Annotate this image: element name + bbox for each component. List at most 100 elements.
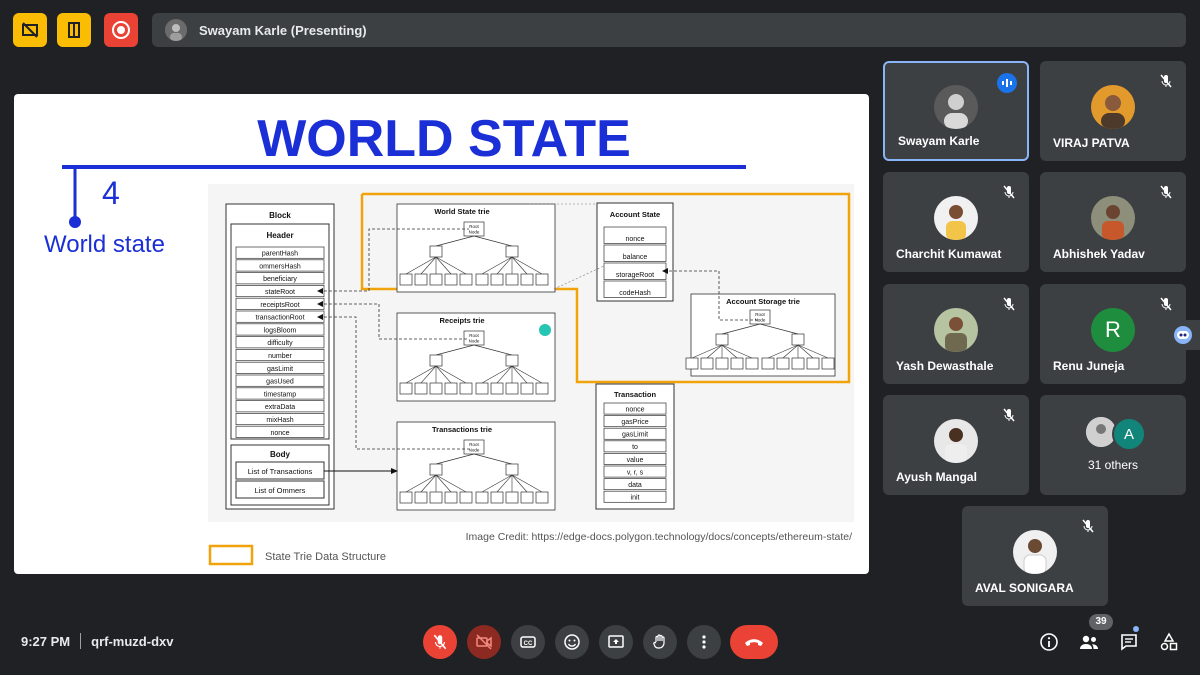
camera-toggle-button[interactable] — [467, 625, 501, 659]
account-storage-trie-title: Account Storage trie — [726, 297, 800, 306]
more-options-button[interactable] — [687, 625, 721, 659]
presenter-avatar — [165, 19, 187, 41]
branch-node — [429, 245, 443, 258]
mic-off-icon — [1160, 74, 1172, 88]
participant-tile-viraj[interactable]: VIRAJ PATVA — [1040, 61, 1186, 161]
raise-hand-button[interactable] — [643, 625, 677, 659]
block-title: Block — [269, 211, 291, 220]
chat-button[interactable] — [1117, 630, 1141, 654]
header-field: mixHash — [266, 417, 293, 424]
participant-name: Yash Dewasthale — [896, 359, 994, 373]
leave-call-button[interactable] — [730, 625, 778, 659]
leaf-node — [806, 357, 820, 370]
body-field-ommers: List of Ommers — [255, 486, 306, 495]
participant-tile-abhishek[interactable]: Abhishek Yadav — [1040, 172, 1186, 272]
body-field-transactions: List of Transactions — [248, 467, 313, 476]
people-button[interactable] — [1077, 630, 1101, 654]
branch-node — [429, 354, 443, 367]
header-field: ommersHash — [259, 263, 301, 270]
mic-off-icon — [1003, 297, 1015, 311]
mic-off-icon — [1160, 185, 1172, 199]
avatar — [934, 196, 978, 240]
branch-node — [505, 354, 519, 367]
root-node-label: Node — [469, 230, 480, 235]
hand-icon — [653, 634, 665, 649]
participant-name: Renu Juneja — [1053, 359, 1125, 373]
leaf-node — [459, 382, 473, 395]
leaf-node — [444, 273, 458, 286]
activities-button[interactable] — [1157, 630, 1181, 654]
people-count-badge: 39 — [1089, 614, 1113, 630]
participant-tile-ayush[interactable]: Ayush Mangal — [883, 395, 1029, 495]
emoji-icon — [564, 634, 580, 650]
slide-number: 4 — [102, 175, 120, 211]
root-node-label: Root — [755, 312, 765, 317]
leaf-node — [414, 491, 428, 504]
account-state-field: storageRoot — [616, 272, 654, 279]
header-field: logsBloom — [264, 327, 297, 334]
avatar — [934, 85, 978, 129]
presentation-toggle-button[interactable] — [13, 13, 47, 47]
header-title: Header — [266, 231, 293, 240]
meeting-details-button[interactable] — [1037, 630, 1061, 654]
layout-button[interactable] — [57, 13, 91, 47]
header-field: receiptsRoot — [260, 302, 299, 309]
mic-off-icon — [1082, 519, 1094, 533]
present-now-button[interactable] — [599, 625, 633, 659]
world-state-trie: RootNode — [396, 203, 556, 293]
captions-button[interactable]: CC — [511, 625, 545, 659]
avatar-initial: R — [1105, 317, 1121, 342]
leaf-node — [429, 491, 443, 504]
leaf-node — [505, 491, 519, 504]
leaf-node — [414, 273, 428, 286]
participant-tile-renu[interactable]: R Renu Juneja — [1040, 284, 1186, 384]
leaf-node — [399, 273, 413, 286]
branch-node — [505, 245, 519, 258]
others-avatar-initial: A — [1112, 417, 1146, 451]
reactions-button[interactable] — [555, 625, 589, 659]
mic-toggle-button[interactable] — [423, 625, 457, 659]
transactions-trie-title: Transactions trie — [432, 425, 492, 434]
leaf-node — [490, 273, 504, 286]
participant-tile-charchit[interactable]: Charchit Kumawat — [883, 172, 1029, 272]
participant-name: VIRAJ PATVA — [1053, 136, 1130, 150]
presenter-bar[interactable]: Swayam Karle (Presenting) — [152, 13, 1186, 47]
leaf-node — [429, 273, 443, 286]
transaction-field: v, r, s — [627, 469, 644, 476]
meeting-info: 9:27 PM qrf-muzd-dxv — [21, 633, 173, 649]
header-field: difficulty — [267, 340, 293, 347]
leaf-node — [399, 491, 413, 504]
recording-button[interactable] — [104, 13, 138, 47]
leaf-node — [761, 357, 775, 370]
leaf-node — [535, 382, 549, 395]
chat-unread-dot — [1133, 626, 1139, 632]
leaf-node — [399, 382, 413, 395]
mic-off-icon — [433, 634, 447, 650]
participant-name: Swayam Karle — [898, 134, 980, 148]
account-storage-trie: RootNode — [685, 293, 836, 377]
transaction-field: to — [632, 444, 638, 451]
participant-name: AVAL SONIGARA — [975, 581, 1074, 595]
leaf-node — [429, 382, 443, 395]
audio-level-icon — [1002, 79, 1012, 87]
participant-name: Charchit Kumawat — [896, 247, 1002, 261]
root-node-label: Root — [469, 333, 479, 338]
participant-tile-others[interactable]: A 31 others — [1040, 395, 1186, 495]
participant-tile-aval[interactable]: AVAL SONIGARA — [962, 506, 1108, 606]
avatar-initial: A — [1123, 425, 1134, 443]
slide-title: WORLD STATE — [257, 110, 631, 168]
receipts-trie-title: Receipts trie — [439, 316, 484, 325]
header-field: gasLimit — [267, 366, 293, 373]
branch-node — [715, 333, 729, 346]
participant-tile-swayam[interactable]: Swayam Karle — [883, 61, 1029, 161]
branch-node — [505, 463, 519, 476]
leaf-node — [821, 357, 835, 370]
image-credit: Image Credit: https://edge-docs.polygon.… — [466, 531, 852, 543]
legend-swatch — [208, 544, 254, 566]
record-icon — [112, 21, 130, 39]
participant-tile-yash[interactable]: Yash Dewasthale — [883, 284, 1029, 384]
leaf-node — [505, 382, 519, 395]
side-panel-handle[interactable] — [1167, 320, 1200, 350]
leaf-node — [520, 491, 534, 504]
header-field: transactionRoot — [255, 315, 304, 322]
